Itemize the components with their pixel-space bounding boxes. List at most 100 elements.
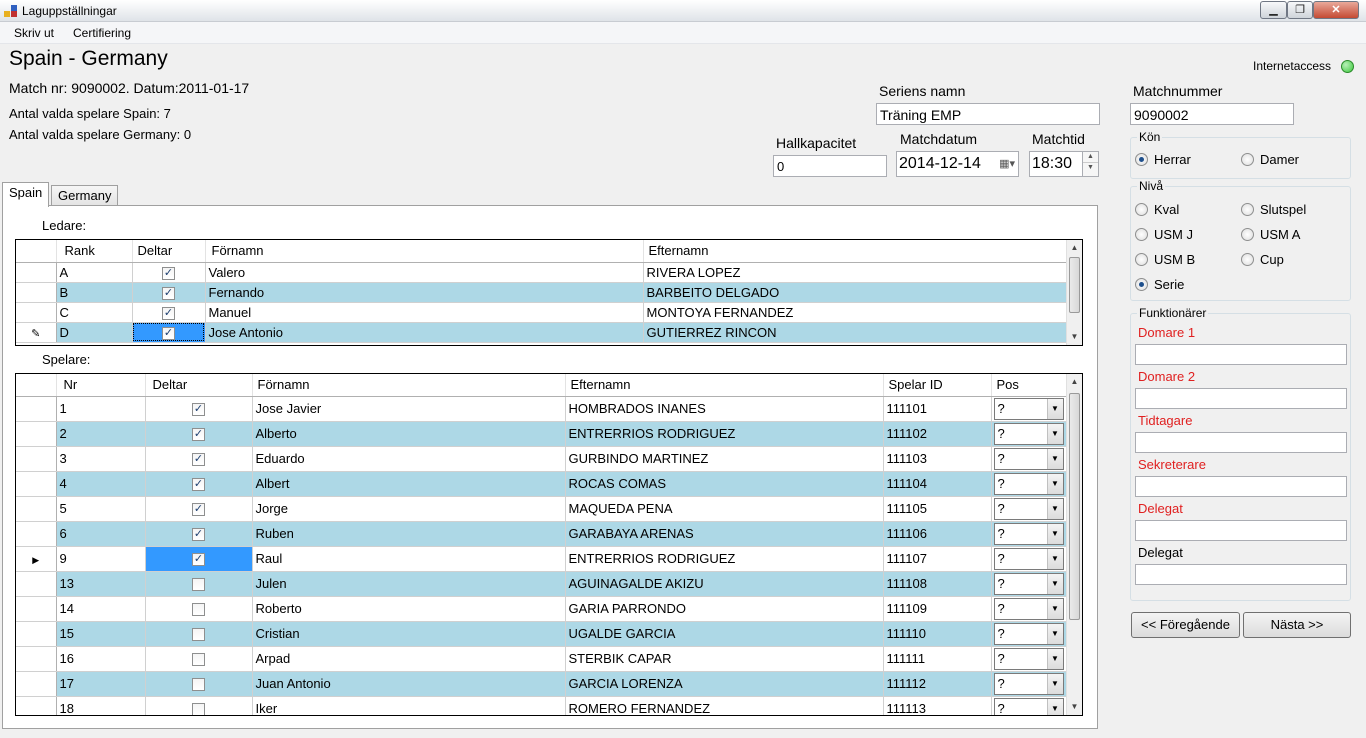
table-row[interactable]: ✎ D ✓ Jose Antonio GUTIERREZ RINCON bbox=[16, 322, 1067, 343]
level-option-cup[interactable]: Cup bbox=[1241, 252, 1284, 267]
cell-pos[interactable]: ? ▼ bbox=[991, 421, 1067, 447]
row-header[interactable] bbox=[16, 282, 57, 303]
cell-pos[interactable]: ? ▼ bbox=[991, 521, 1067, 547]
column-header[interactable]: Efternamn bbox=[565, 374, 884, 397]
cell-first-name[interactable]: Cristian bbox=[252, 621, 566, 647]
cell-last-name[interactable]: ENTRERRIOS RODRIGUEZ bbox=[565, 546, 884, 572]
row-header[interactable] bbox=[16, 496, 57, 522]
table-row[interactable]: 15 Cristian UGALDE GARCIA 111110? ▼ bbox=[16, 621, 1067, 647]
checkbox[interactable] bbox=[192, 578, 205, 592]
cell-last-name[interactable]: MONTOYA FERNANDEZ bbox=[643, 302, 1067, 323]
cell-last-name[interactable]: ENTRERRIOS RODRIGUEZ bbox=[565, 421, 884, 447]
cell-deltar[interactable] bbox=[145, 571, 253, 597]
cell-player-id[interactable]: 111102 bbox=[883, 421, 992, 447]
chevron-down-icon[interactable]: ▼ bbox=[1046, 473, 1063, 494]
cell-deltar[interactable]: ✓ bbox=[145, 521, 253, 547]
level-option-usm-j[interactable]: USM J bbox=[1135, 227, 1193, 242]
checkbox[interactable]: ✓ bbox=[192, 478, 205, 492]
table-row[interactable]: 3 ✓ Eduardo GURBINDO MARTINEZ 111103? ▼ bbox=[16, 446, 1067, 472]
series-input[interactable]: Träning EMP bbox=[876, 103, 1100, 125]
table-row[interactable]: B ✓ Fernando BARBEITO DELGADO bbox=[16, 282, 1067, 303]
cell-first-name[interactable]: Arpad bbox=[252, 646, 566, 672]
cell-rank[interactable]: B bbox=[56, 282, 133, 303]
matchnr-input[interactable]: 9090002 bbox=[1130, 103, 1294, 125]
gender-option-damer[interactable]: Damer bbox=[1241, 152, 1299, 167]
cell-last-name[interactable]: UGALDE GARCIA bbox=[565, 621, 884, 647]
cell-first-name[interactable]: Alberto bbox=[252, 421, 566, 447]
cell-nr[interactable]: 2 bbox=[56, 421, 146, 447]
column-header[interactable]: Deltar bbox=[145, 374, 253, 397]
tab-germany[interactable]: Germany bbox=[51, 185, 119, 207]
column-header[interactable]: Förnamn bbox=[252, 374, 566, 397]
pos-dropdown[interactable]: ? ▼ bbox=[993, 497, 1064, 520]
cell-pos[interactable]: ? ▼ bbox=[991, 671, 1067, 697]
cell-pos[interactable]: ? ▼ bbox=[991, 646, 1067, 672]
cell-first-name[interactable]: Raul bbox=[252, 546, 566, 572]
row-header[interactable]: ✎ bbox=[16, 322, 57, 343]
chevron-down-icon[interactable]: ▼ bbox=[1046, 498, 1063, 519]
row-header[interactable] bbox=[16, 262, 57, 283]
pos-dropdown[interactable]: ? ▼ bbox=[993, 622, 1064, 645]
cell-last-name[interactable]: ROMERO FERNANDEZ bbox=[565, 696, 884, 715]
cell-player-id[interactable]: 111112 bbox=[883, 671, 992, 697]
chevron-down-icon[interactable]: ▼ bbox=[1046, 673, 1063, 694]
table-row[interactable]: 13 Julen AGUINAGALDE AKIZU 111108? ▼ bbox=[16, 571, 1067, 597]
scroll-thumb[interactable] bbox=[1069, 257, 1080, 313]
cell-first-name[interactable]: Eduardo bbox=[252, 446, 566, 472]
cell-first-name[interactable]: Juan Antonio bbox=[252, 671, 566, 697]
checkbox[interactable]: ✓ bbox=[192, 528, 205, 542]
column-header[interactable]: Deltar bbox=[132, 240, 206, 263]
cell-deltar[interactable]: ✓ bbox=[132, 282, 206, 303]
cell-pos[interactable]: ? ▼ bbox=[991, 396, 1067, 422]
row-header[interactable] bbox=[16, 302, 57, 323]
cell-first-name[interactable]: Jose Javier bbox=[252, 396, 566, 422]
checkbox[interactable] bbox=[192, 678, 205, 692]
cell-deltar[interactable]: ✓ bbox=[145, 496, 253, 522]
cell-nr[interactable]: 3 bbox=[56, 446, 146, 472]
cell-first-name[interactable]: Manuel bbox=[205, 302, 644, 323]
row-header[interactable] bbox=[16, 671, 57, 697]
table-row[interactable]: 14 Roberto GARIA PARRONDO 111109? ▼ bbox=[16, 596, 1067, 622]
cell-last-name[interactable]: AGUINAGALDE AKIZU bbox=[565, 571, 884, 597]
checkbox[interactable]: ✓ bbox=[192, 428, 205, 442]
cell-pos[interactable]: ? ▼ bbox=[991, 471, 1067, 497]
cell-last-name[interactable]: GURBINDO MARTINEZ bbox=[565, 446, 884, 472]
cell-nr[interactable]: 9 bbox=[56, 546, 146, 572]
row-header[interactable] bbox=[16, 696, 57, 715]
row-header[interactable] bbox=[16, 646, 57, 672]
cell-nr[interactable]: 16 bbox=[56, 646, 146, 672]
cell-player-id[interactable]: 111109 bbox=[883, 596, 992, 622]
level-option-usm-b[interactable]: USM B bbox=[1135, 252, 1195, 267]
pos-dropdown[interactable]: ? ▼ bbox=[993, 572, 1064, 595]
cell-player-id[interactable]: 111113 bbox=[883, 696, 992, 715]
checkbox[interactable]: ✓ bbox=[162, 306, 175, 320]
cell-first-name[interactable]: Roberto bbox=[252, 596, 566, 622]
close-button[interactable]: ✕ bbox=[1313, 1, 1359, 19]
checkbox[interactable] bbox=[192, 703, 205, 715]
pos-dropdown[interactable]: ? ▼ bbox=[993, 522, 1064, 545]
level-option-usm-a[interactable]: USM A bbox=[1241, 227, 1300, 242]
row-header[interactable] bbox=[16, 446, 57, 472]
cell-pos[interactable]: ? ▼ bbox=[991, 496, 1067, 522]
row-header[interactable] bbox=[16, 621, 57, 647]
chevron-down-icon[interactable]: ▼ bbox=[1046, 598, 1063, 619]
pos-dropdown[interactable]: ? ▼ bbox=[993, 397, 1064, 420]
table-row[interactable]: 6 ✓ Ruben GARABAYA ARENAS 111106? ▼ bbox=[16, 521, 1067, 547]
chevron-down-icon[interactable]: ▼ bbox=[1046, 648, 1063, 669]
next-button[interactable]: Nästa >> bbox=[1243, 612, 1351, 638]
chevron-down-icon[interactable]: ▼ bbox=[1046, 573, 1063, 594]
cell-deltar[interactable]: ✓ bbox=[132, 302, 206, 323]
official-input[interactable] bbox=[1135, 432, 1347, 453]
chevron-down-icon[interactable]: ▼ bbox=[1046, 523, 1063, 544]
cell-nr[interactable]: 4 bbox=[56, 471, 146, 497]
cell-nr[interactable]: 5 bbox=[56, 496, 146, 522]
cell-player-id[interactable]: 111108 bbox=[883, 571, 992, 597]
scroll-up-icon[interactable]: ▲ bbox=[1067, 240, 1082, 256]
official-input[interactable] bbox=[1135, 564, 1347, 585]
chevron-down-icon[interactable]: ▼ bbox=[1046, 698, 1063, 715]
cell-deltar[interactable] bbox=[145, 671, 253, 697]
cell-nr[interactable]: 14 bbox=[56, 596, 146, 622]
leaders-scrollbar[interactable]: ▲ ▼ bbox=[1066, 240, 1082, 345]
row-header[interactable] bbox=[16, 596, 57, 622]
table-row[interactable]: 18 Iker ROMERO FERNANDEZ 111113? ▼ bbox=[16, 696, 1067, 715]
